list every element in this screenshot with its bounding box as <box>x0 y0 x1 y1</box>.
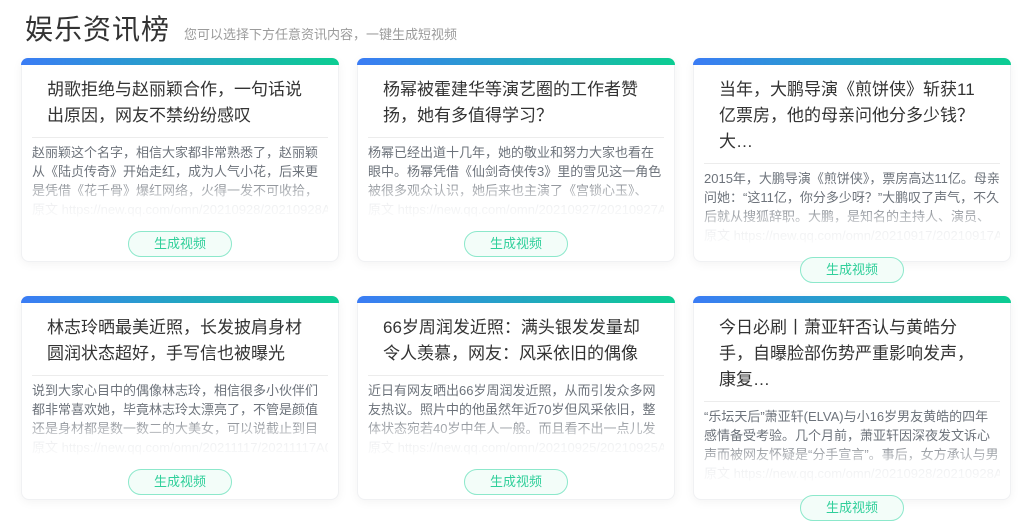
news-title: 今日必刷丨萧亚轩否认与黄皓分手，自曝脸部伤势严重影响发声，康复… <box>719 318 974 389</box>
divider <box>368 375 664 376</box>
news-excerpt: 说到大家心目中的偶像林志玲，相信很多小伙伴们都非常喜欢她，毕竟林志玲太漂亮了，不… <box>32 383 319 436</box>
news-excerpt: 赵丽颖这个名字，相信大家都非常熟悉了，赵丽颖从《陆贞传奇》开始走红，成为人气小花… <box>32 145 319 198</box>
card-accent-bar <box>21 296 339 303</box>
news-excerpt: “乐坛天后”萧亚轩(ELVA)与小16岁男友黄皓的四年感情备受考验。几个月前，萧… <box>704 409 999 462</box>
source-url: https://new.qq.com/omn/20210927/20210927… <box>397 202 664 217</box>
news-card-grid: 胡歌拒绝与赵丽颖合作，一句话说出原因，网友不禁纷纷感叹 赵丽颖这个名字，相信大家… <box>21 58 1024 521</box>
divider <box>704 163 1000 164</box>
card-action-row: 生成视频 <box>22 231 338 257</box>
generate-video-button[interactable]: 生成视频 <box>799 257 904 283</box>
source-url: https://new.qq.com/omn/20211117/20211117… <box>61 440 328 455</box>
news-source: 原文 https://new.qq.com/omn/20210917/20210… <box>704 226 1000 245</box>
card-accent-bar <box>21 58 339 65</box>
news-title: 林志玲晒最美近照，长发披肩身材圆润状态超好，手写信也被曝光 <box>47 318 302 363</box>
news-excerpt: 近日有网友晒出66岁周润发近照，从而引发众多网友热议。照片中的他虽然年近70岁但… <box>368 383 656 436</box>
card-accent-bar <box>357 58 675 65</box>
news-source: 原文 https://new.qq.com/omn/20210925/20210… <box>368 438 664 457</box>
card-action-row: 生成视频 <box>694 257 1010 283</box>
generate-video-button[interactable]: 生成视频 <box>799 495 904 521</box>
news-source: 原文 https://new.qq.com/omn/20210928/20210… <box>32 200 328 219</box>
generate-video-button[interactable]: 生成视频 <box>127 231 232 257</box>
news-title: 当年，大鹏导演《煎饼侠》斩获11亿票房，他的母亲问他分多少钱？大… <box>719 80 975 151</box>
card-accent-bar <box>357 296 675 303</box>
card-action-row: 生成视频 <box>358 231 674 257</box>
news-title: 胡歌拒绝与赵丽颖合作，一句话说出原因，网友不禁纷纷感叹 <box>47 80 302 125</box>
source-url: https://new.qq.com/omn/20210928/20210928… <box>733 466 1000 481</box>
card-accent-bar <box>693 296 1011 303</box>
source-label: 原文 <box>368 440 395 455</box>
divider <box>32 137 328 138</box>
card-action-row: 生成视频 <box>358 469 674 495</box>
news-title: 66岁周润发近照：满头银发发量却令人羡慕，网友：风采依旧的偶像 <box>383 318 640 363</box>
news-card[interactable]: 今日必刷丨萧亚轩否认与黄皓分手，自曝脸部伤势严重影响发声，康复… “乐坛天后”萧… <box>693 296 1011 521</box>
news-excerpt: 2015年，大鹏导演《煎饼侠》，票房高达11亿。母亲问她：“这11亿，你分多少呀… <box>704 171 1000 224</box>
news-text-block: 赵丽颖这个名字，相信大家都非常熟悉了，赵丽颖从《陆贞传奇》开始走红，成为人气小花… <box>32 143 328 219</box>
card-action-row: 生成视频 <box>22 469 338 495</box>
news-text-block: 2015年，大鹏导演《煎饼侠》，票房高达11亿。母亲问她：“这11亿，你分多少呀… <box>704 169 1000 245</box>
news-card[interactable]: 林志玲晒最美近照，长发披肩身材圆润状态超好，手写信也被曝光 说到大家心目中的偶像… <box>21 296 339 500</box>
news-card[interactable]: 胡歌拒绝与赵丽颖合作，一句话说出原因，网友不禁纷纷感叹 赵丽颖这个名字，相信大家… <box>21 58 339 262</box>
news-source: 原文 https://new.qq.com/omn/20210928/20210… <box>704 464 1000 483</box>
generate-video-button[interactable]: 生成视频 <box>127 469 232 495</box>
divider <box>368 137 664 138</box>
generate-video-button[interactable]: 生成视频 <box>463 231 568 257</box>
source-label: 原文 <box>32 440 59 455</box>
source-url: https://new.qq.com/omn/20210928/20210928… <box>61 202 328 217</box>
card-action-row: 生成视频 <box>694 495 1010 521</box>
news-card[interactable]: 66岁周润发近照：满头银发发量却令人羡慕，网友：风采依旧的偶像 近日有网友晒出6… <box>357 296 675 500</box>
source-url: https://new.qq.com/omn/20210917/20210917… <box>733 228 1000 243</box>
divider <box>32 375 328 376</box>
source-url: https://new.qq.com/omn/20210925/20210925… <box>397 440 664 455</box>
news-title: 杨幂被霍建华等演艺圈的工作者赞扬，她有多值得学习？ <box>383 80 638 125</box>
page-title: 娱乐资讯榜 <box>25 14 171 45</box>
news-excerpt: 杨幂已经出道十几年，她的敬业和努力大家也看在眼中。杨幂凭借《仙剑奇侠传3》里的雪… <box>368 145 662 198</box>
divider <box>704 401 1000 402</box>
news-card[interactable]: 当年，大鹏导演《煎饼侠》斩获11亿票房，他的母亲问他分多少钱？大… 2015年，… <box>693 58 1011 283</box>
card-accent-bar <box>693 58 1011 65</box>
page-header: 娱乐资讯榜 您可以选择下方任意资讯内容，一键生成短视频 <box>0 0 1024 46</box>
news-text-block: 近日有网友晒出66岁周润发近照，从而引发众多网友热议。照片中的他虽然年近70岁但… <box>368 381 664 457</box>
news-source: 原文 https://new.qq.com/omn/20210927/20210… <box>368 200 664 219</box>
news-source: 原文 https://new.qq.com/omn/20211117/20211… <box>32 438 328 457</box>
source-label: 原文 <box>32 202 59 217</box>
generate-video-button[interactable]: 生成视频 <box>463 469 568 495</box>
source-label: 原文 <box>704 228 731 243</box>
source-label: 原文 <box>368 202 395 217</box>
news-text-block: “乐坛天后”萧亚轩(ELVA)与小16岁男友黄皓的四年感情备受考验。几个月前，萧… <box>704 407 1000 483</box>
news-card[interactable]: 杨幂被霍建华等演艺圈的工作者赞扬，她有多值得学习？ 杨幂已经出道十几年，她的敬业… <box>357 58 675 262</box>
news-text-block: 杨幂已经出道十几年，她的敬业和努力大家也看在眼中。杨幂凭借《仙剑奇侠传3》里的雪… <box>368 143 664 219</box>
page-subtitle: 您可以选择下方任意资讯内容，一键生成短视频 <box>184 27 458 42</box>
source-label: 原文 <box>704 466 731 481</box>
news-text-block: 说到大家心目中的偶像林志玲，相信很多小伙伴们都非常喜欢她，毕竟林志玲太漂亮了，不… <box>32 381 328 457</box>
